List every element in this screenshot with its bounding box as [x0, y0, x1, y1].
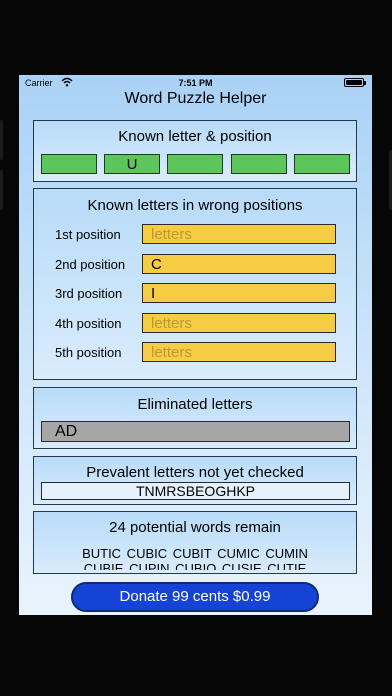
position-3-label: 3rd position — [55, 286, 123, 301]
app-title: Word Puzzle Helper — [124, 90, 267, 107]
position-1-input[interactable]: letters — [142, 224, 336, 244]
words-count-title: 24 potential words remain — [109, 519, 281, 536]
eliminated-input[interactable]: AD — [41, 421, 350, 442]
word-row: BUTIC CUBIC CUBIT CUMIC CUMIN — [82, 546, 308, 561]
prevalent-letters: TNMRSBEOGHKP — [41, 482, 350, 500]
known-position-title: Known letter & position — [118, 128, 272, 145]
position-5-label: 5th position — [55, 345, 122, 360]
phone-frame: Carrier 7:51 PM Word Puzzle Helper Known… — [0, 0, 392, 696]
known-position-panel: Known letter & position U — [33, 120, 357, 182]
position-2-label: 2nd position — [55, 257, 126, 272]
position-3-input[interactable]: I — [142, 283, 336, 303]
eliminated-panel: Eliminated letters AD — [33, 387, 357, 449]
known-letter-4[interactable] — [231, 154, 287, 174]
status-bar: Carrier 7:51 PM — [19, 75, 372, 91]
known-letter-5[interactable] — [294, 154, 350, 174]
eliminated-title: Eliminated letters — [137, 396, 253, 413]
known-letter-3[interactable] — [167, 154, 223, 174]
known-letter-2[interactable]: U — [104, 154, 160, 174]
prevalent-panel: Prevalent letters not yet checked TNMRSB… — [33, 456, 357, 505]
position-1-label: 1st position — [55, 227, 121, 242]
word-list[interactable]: BUTIC CUBIC CUBIT CUMIC CUMIN CUBIE CUPI… — [34, 544, 356, 570]
volume-up-button — [0, 120, 3, 160]
word-row: CUBIE CUPIN CUBIO CUSIE CUTIE — [83, 561, 307, 570]
volume-down-button — [0, 170, 3, 210]
position-2-input[interactable]: C — [142, 254, 336, 274]
position-5-input[interactable]: letters — [142, 342, 336, 362]
wrong-positions-panel: Known letters in wrong positions 1st pos… — [33, 188, 357, 380]
battery-icon — [344, 78, 366, 87]
words-panel: 24 potential words remain BUTIC CUBIC CU… — [33, 511, 357, 574]
prevalent-title: Prevalent letters not yet checked — [86, 464, 304, 481]
app-screen: Carrier 7:51 PM Word Puzzle Helper Known… — [19, 75, 372, 615]
status-time: 7:51 PM — [178, 78, 213, 88]
known-letter-1[interactable] — [41, 154, 97, 174]
wrong-positions-title: Known letters in wrong positions — [87, 197, 303, 214]
donate-button[interactable]: Donate 99 cents $0.99 — [71, 582, 319, 612]
position-4-label: 4th position — [55, 316, 122, 331]
position-4-input[interactable]: letters — [142, 313, 336, 333]
